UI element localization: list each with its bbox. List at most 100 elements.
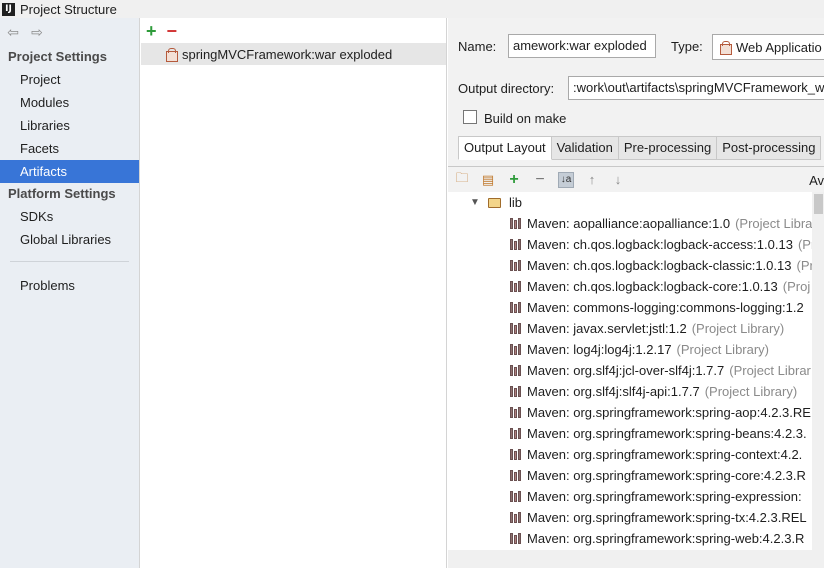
sidebar-item-project[interactable]: Project — [0, 68, 139, 91]
add-copy-icon[interactable]: + — [506, 171, 522, 188]
sidebar-item-sdks[interactable]: SDKs — [0, 205, 139, 228]
tree-item-library[interactable]: Maven: org.springframework:spring-aop:4.… — [448, 402, 812, 423]
tree-item-name: Maven: log4j:log4j:1.2.17 — [527, 342, 672, 357]
tree-item-scope: (Project Librar — [729, 363, 811, 378]
tree-item-name: Maven: org.springframework:spring-expres… — [527, 489, 802, 504]
tree-item-scope: (Project Library) — [676, 342, 770, 357]
nav-arrows: ⇦ ⇨ — [0, 18, 139, 46]
tree-item-library[interactable]: Maven: org.springframework:spring-tx:4.2… — [448, 507, 812, 528]
war-artifact-icon — [165, 47, 178, 62]
tree-item-library[interactable]: Maven: ch.qos.logback:logback-core:1.0.1… — [448, 276, 812, 297]
create-directory-icon[interactable]: 🗀 — [454, 170, 470, 188]
output-directory-field[interactable]: :work\out\artifacts\springMVCFramework_w — [568, 76, 824, 100]
tree-item-name: Maven: org.springframework:spring-core:4… — [527, 468, 806, 483]
sidebar-item-problems[interactable]: Problems — [0, 274, 139, 297]
output-layout-tree: ▼ lib Maven: aopalliance:aopalliance:1.0… — [448, 192, 812, 568]
web-app-icon — [719, 40, 732, 55]
remove-element-icon[interactable]: − — [532, 171, 548, 188]
sidebar-item-libraries[interactable]: Libraries — [0, 114, 139, 137]
create-archive-icon[interactable]: ▤ — [480, 172, 496, 188]
library-icon — [510, 344, 522, 355]
library-icon — [510, 323, 522, 334]
back-arrow-icon[interactable]: ⇦ — [5, 24, 21, 40]
tree-item-name: Maven: ch.qos.logback:logback-access:1.0… — [527, 237, 793, 252]
tree-item-name: Maven: org.springframework:spring-tx:4.2… — [527, 510, 807, 525]
library-icon — [510, 302, 522, 313]
tab-validation[interactable]: Validation — [551, 136, 619, 160]
tree-folder-label: lib — [509, 195, 523, 210]
artifact-list-item[interactable]: springMVCFramework:war exploded — [141, 43, 446, 65]
library-icon — [510, 281, 522, 292]
tree-item-library[interactable]: Maven: org.springframework:spring-expres… — [448, 486, 812, 507]
tree-item-library[interactable]: Maven: org.springframework:spring-web:4.… — [448, 528, 812, 549]
tree-item-library[interactable]: Maven: org.slf4j:slf4j-api:1.7.7 (Projec… — [448, 381, 812, 402]
tree-item-library[interactable]: Maven: org.springframework:spring-core:4… — [448, 465, 812, 486]
vertical-scrollbar[interactable] — [812, 192, 824, 568]
artifact-toolbar: + − — [141, 18, 446, 43]
remove-artifact-icon[interactable]: − — [167, 22, 178, 40]
sort-elements-icon[interactable]: ↓a — [558, 171, 574, 188]
expand-arrow-icon[interactable]: ▼ — [470, 197, 480, 208]
section-header-project-settings: Project Settings — [8, 49, 107, 64]
add-artifact-icon[interactable]: + — [146, 22, 157, 40]
vertical-scrollbar-thumb[interactable] — [814, 194, 823, 214]
section-header-platform-settings: Platform Settings — [8, 186, 116, 201]
tab-post-processing[interactable]: Post-processing — [717, 136, 822, 160]
type-combo-value: Web Applicatio — [736, 39, 822, 55]
tree-item-name: Maven: org.springframework:spring-aop:4.… — [527, 405, 811, 420]
move-down-icon[interactable]: ↓ — [610, 172, 626, 188]
forward-arrow-icon[interactable]: ⇨ — [29, 24, 45, 40]
tree-item-name: Maven: aopalliance:aopalliance:1.0 — [527, 216, 731, 231]
tree-item-name: Maven: org.springframework:spring-contex… — [527, 447, 803, 462]
tree-item-library[interactable]: Maven: org.springframework:spring-beans:… — [448, 423, 812, 444]
library-icon — [510, 260, 522, 271]
library-icon — [510, 449, 522, 460]
tree-item-library[interactable]: Maven: ch.qos.logback:logback-access:1.0… — [448, 234, 812, 255]
artifact-detail-panel: Name: amework:war exploded Type: Web App… — [448, 18, 824, 568]
tree-item-library[interactable]: Maven: commons-logging:commons-logging:1… — [448, 297, 812, 318]
sidebar-item-global-libraries[interactable]: Global Libraries — [0, 228, 139, 251]
tree-item-library[interactable]: Maven: aopalliance:aopalliance:1.0 (Proj… — [448, 213, 812, 234]
name-field[interactable]: amework:war exploded — [508, 34, 656, 58]
window-title: Project Structure — [20, 1, 117, 17]
sidebar-item-facets[interactable]: Facets — [0, 137, 139, 160]
tree-item-name: Maven: ch.qos.logback:logback-classic:1.… — [527, 258, 792, 273]
library-icon — [510, 428, 522, 439]
tab-pre-processing[interactable]: Pre-processing — [618, 136, 718, 160]
library-icon — [510, 218, 522, 229]
tree-item-name: Maven: org.slf4j:slf4j-api:1.7.7 — [527, 384, 700, 399]
tree-item-library[interactable]: Maven: ch.qos.logback:logback-classic:1.… — [448, 255, 812, 276]
tree-item-scope: (Pr — [797, 237, 812, 252]
tree-item-scope: (Proj — [782, 279, 811, 294]
tree-item-scope: (Project Library) — [704, 384, 798, 399]
library-icon — [510, 239, 522, 250]
tree-item-name: Maven: org.slf4j:jcl-over-slf4j:1.7.7 — [527, 363, 725, 378]
tree-items: Maven: aopalliance:aopalliance:1.0 (Proj… — [448, 213, 812, 549]
tree-item-name: Maven: javax.servlet:jstl:1.2 — [527, 321, 687, 336]
tree-item-library[interactable]: Maven: javax.servlet:jstl:1.2 (Project L… — [448, 318, 812, 339]
sidebar-item-artifacts[interactable]: Artifacts — [0, 160, 139, 183]
horizontal-scrollbar[interactable] — [448, 550, 812, 568]
tab-output-layout[interactable]: Output Layout — [458, 136, 552, 160]
move-up-icon[interactable]: ↑ — [584, 172, 600, 188]
library-icon — [510, 386, 522, 397]
tree-item-library[interactable]: Maven: org.slf4j:jcl-over-slf4j:1.7.7 (P… — [448, 360, 812, 381]
layout-tabs: Output Layout Validation Pre-processing … — [458, 136, 822, 160]
build-on-make-checkbox[interactable] — [463, 110, 477, 124]
name-label: Name: — [458, 39, 497, 54]
library-icon — [510, 512, 522, 523]
build-on-make-label: Build on make — [484, 111, 567, 126]
settings-sidebar: ⇦ ⇨ Project Settings Project Modules Lib… — [0, 18, 140, 568]
tree-item-scope: (Pr — [796, 258, 812, 273]
tree-item-library[interactable]: Maven: org.springframework:spring-contex… — [448, 444, 812, 465]
artifact-list-panel: + − springMVCFramework:war exploded — [141, 18, 447, 568]
tree-item-name: Maven: commons-logging:commons-logging:1… — [527, 300, 804, 315]
library-icon — [510, 407, 522, 418]
tree-item-library[interactable]: Maven: log4j:log4j:1.2.17 (Project Libra… — [448, 339, 812, 360]
folder-icon — [488, 197, 501, 208]
type-combo[interactable]: Web Applicatio — [712, 34, 824, 60]
sidebar-item-modules[interactable]: Modules — [0, 91, 139, 114]
available-elements-label: Av — [809, 173, 824, 188]
sidebar-separator — [10, 261, 129, 262]
tree-folder-lib[interactable]: ▼ lib — [448, 192, 812, 213]
